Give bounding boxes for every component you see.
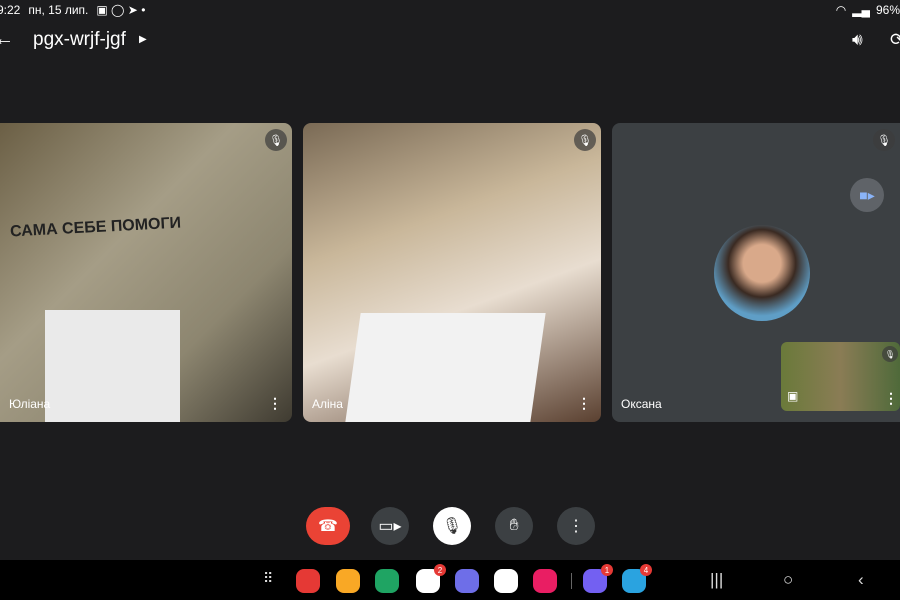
back-icon[interactable]: ‹	[858, 570, 864, 590]
camera-toggle-button[interactable]: ▭▸	[371, 507, 409, 545]
speaker-icon[interactable]: 🔊︎	[852, 30, 863, 50]
taskbar: ⠿ 2 1 4 ||| ○ ‹	[0, 560, 900, 600]
more-options-icon[interactable]: ⋮	[884, 390, 898, 407]
more-options-icon[interactable]: ⋮	[268, 395, 282, 412]
app-viber[interactable]: 1	[583, 564, 613, 593]
status-bar: 9:22 пн, 15 лип. ▣ ◯ ➤ • ◠ ▂▄ 96%	[0, 3, 900, 19]
mic-off-icon: 🎙︎	[873, 129, 895, 151]
end-call-button[interactable]: ☎︎	[306, 507, 350, 545]
participant-tile[interactable]: 🎙︎ Аліна ⋮	[303, 123, 601, 422]
mic-toggle-button[interactable]: 🎙︎	[433, 507, 471, 545]
meeting-header: ← pgx-wrjf-jgf ▶ 🔊︎ ⟳	[0, 28, 900, 52]
participant-tile[interactable]: 🎙︎ ■▸ Оксана 🎙︎ ▣ ⋮	[612, 123, 900, 422]
caret-right-icon[interactable]: ▶	[139, 34, 147, 45]
hang-up-icon: ☎︎	[318, 518, 338, 535]
app-internet[interactable]	[455, 569, 479, 593]
participant-tile[interactable]: САМА СЕБЕ ПОМОГИ 🎙︎ Юліана ⋮	[0, 123, 292, 422]
video-camera-icon[interactable]: ■▸	[850, 178, 884, 212]
mic-off-icon: 🎙︎	[882, 346, 898, 362]
notification-icons: ▣ ◯ ➤ •	[96, 3, 146, 17]
avatar	[714, 225, 810, 321]
more-options-icon[interactable]: ⋮	[577, 395, 591, 412]
date: пн, 15 лип.	[28, 3, 89, 17]
recents-icon[interactable]: |||	[710, 570, 723, 590]
raise-hand-button[interactable]: ✋︎	[495, 507, 533, 545]
mic-off-icon: 🎙︎	[265, 129, 287, 151]
back-arrow-icon[interactable]: ←	[0, 28, 14, 51]
wifi-icon: ◠	[835, 3, 847, 17]
app-drawer-icon[interactable]: ⠿	[263, 570, 273, 587]
hand-icon: ✋︎	[509, 517, 519, 534]
app-telegram[interactable]: 4	[622, 564, 652, 593]
home-icon[interactable]: ○	[783, 570, 793, 590]
badge: 1	[601, 564, 613, 576]
app-teams[interactable]	[494, 569, 518, 593]
video-camera-icon: ▭▸	[378, 518, 402, 535]
effects-icon[interactable]: ▣	[787, 389, 798, 403]
clock: 9:22	[0, 3, 21, 17]
app-files[interactable]	[336, 569, 360, 593]
app-notes[interactable]	[296, 569, 320, 593]
app-phone[interactable]	[375, 569, 399, 593]
more-vert-icon: ⋮	[568, 518, 584, 535]
wall-text: САМА СЕБЕ ПОМОГИ	[9, 214, 182, 241]
app-screen-recorder[interactable]	[533, 569, 557, 593]
switch-camera-icon[interactable]: ⟳	[890, 30, 900, 50]
paper	[345, 313, 546, 422]
meeting-code[interactable]: pgx-wrjf-jgf	[33, 29, 126, 51]
battery-level: 96%	[875, 3, 900, 17]
divider	[571, 573, 572, 589]
mic-off-icon: 🎙︎	[574, 129, 596, 151]
signal-icon: ▂▄	[852, 3, 870, 17]
mic-off-icon: 🎙︎	[441, 518, 463, 535]
badge: 2	[434, 564, 446, 576]
paper	[45, 310, 180, 422]
app-messages[interactable]: 2	[416, 564, 446, 593]
self-view[interactable]: 🎙︎ ▣ ⋮	[781, 342, 900, 411]
participant-name: Оксана	[621, 397, 662, 411]
badge: 4	[640, 564, 652, 576]
participant-name: Юліана	[9, 397, 51, 411]
more-options-button[interactable]: ⋮	[557, 507, 595, 545]
participant-name: Аліна	[312, 397, 343, 411]
